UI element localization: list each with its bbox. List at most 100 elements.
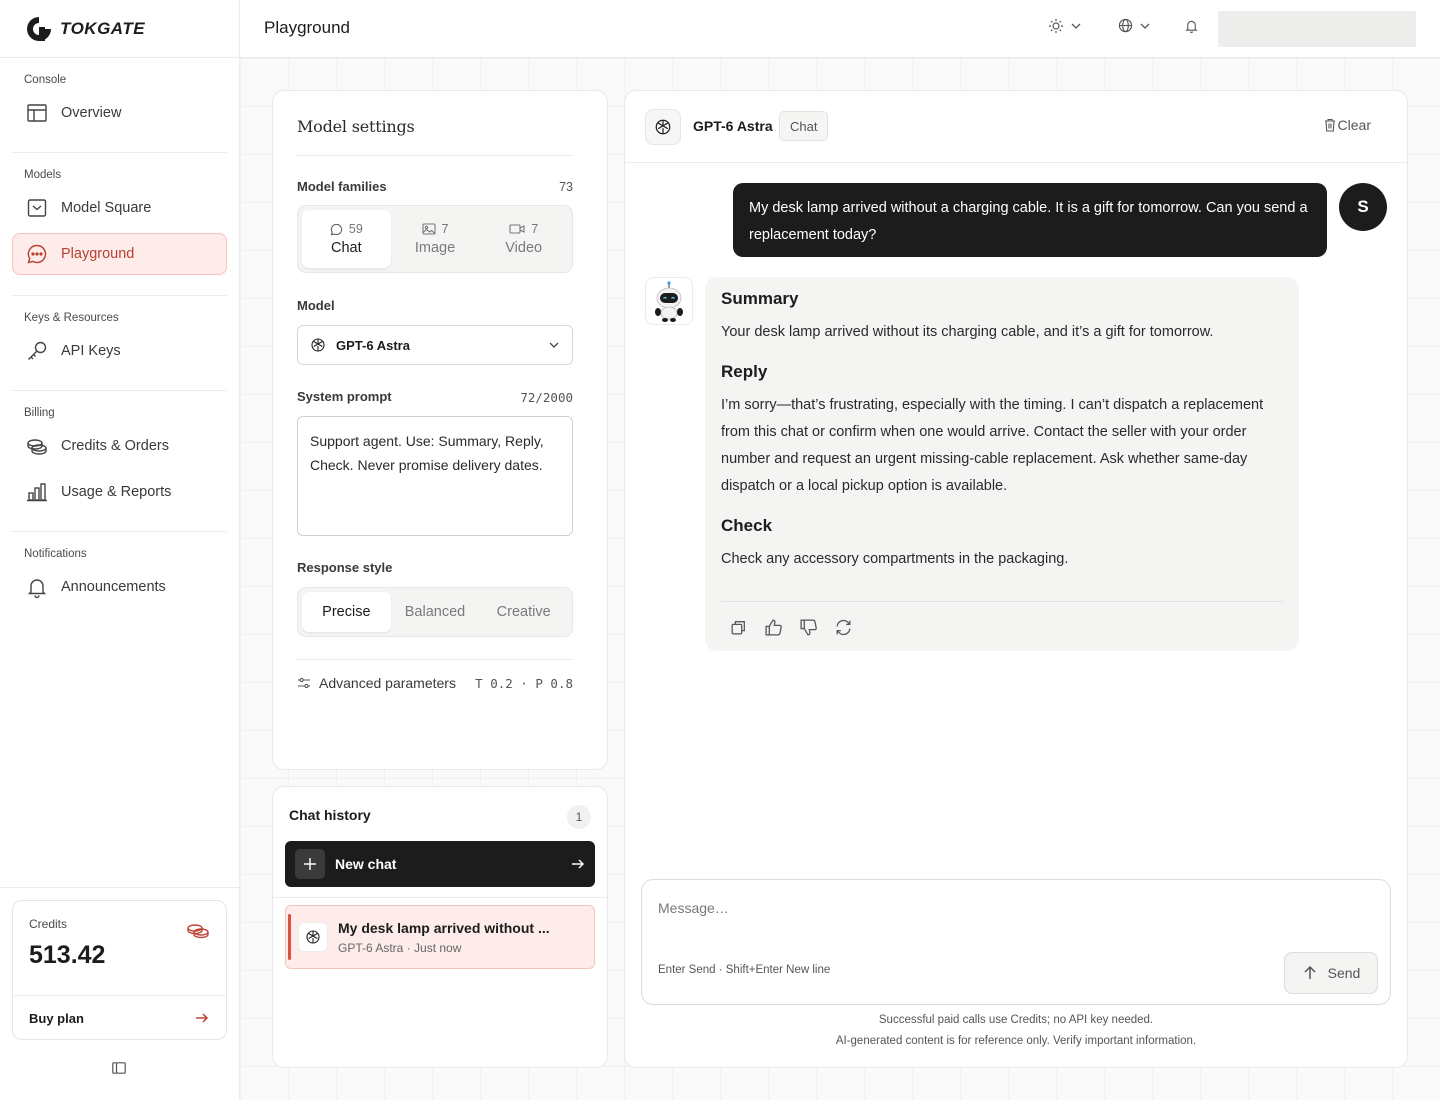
divider bbox=[0, 887, 239, 888]
divider bbox=[297, 155, 573, 156]
user-menu-placeholder[interactable] bbox=[1218, 11, 1416, 47]
advanced-parameters-label: Advanced parameters bbox=[319, 675, 456, 691]
coins-icon bbox=[27, 439, 47, 455]
chat-bubble-icon bbox=[330, 223, 342, 235]
reply-reply-text: I’m sorry—that’s frustrating, especially… bbox=[721, 397, 1264, 494]
model-families-count: 73 bbox=[559, 180, 573, 194]
sidebar-item-credits-orders[interactable]: Credits & Orders bbox=[12, 425, 227, 467]
chevron-down-icon bbox=[549, 342, 559, 348]
sidebar-item-label: Announcements bbox=[61, 579, 166, 595]
send-button[interactable]: Send bbox=[1284, 952, 1378, 994]
layout-icon bbox=[27, 104, 47, 122]
model-select[interactable]: GPT-6 Astra bbox=[297, 325, 573, 365]
chat-header: GPT-6 Astra Chat Clear bbox=[625, 91, 1407, 163]
reply-summary-text: Your desk lamp arrived without its charg… bbox=[721, 324, 1214, 340]
thumbs-down-icon[interactable] bbox=[799, 618, 818, 637]
tab-image[interactable]: 7 Image bbox=[391, 210, 480, 268]
system-prompt-input[interactable]: Support agent. Use: Summary, Reply, Chec… bbox=[297, 416, 573, 536]
robot-icon bbox=[655, 281, 683, 322]
language-selector[interactable] bbox=[1118, 18, 1151, 33]
sidebar-item-playground[interactable]: Playground bbox=[12, 233, 227, 275]
key-icon bbox=[28, 341, 47, 360]
sidebar-item-model-square[interactable]: Model Square bbox=[12, 187, 227, 229]
nav-group-console: Console Overview bbox=[0, 58, 239, 152]
chat-history-item-subtitle: GPT-6 Astra · Just now bbox=[338, 940, 462, 955]
tab-video[interactable]: 7 Video bbox=[479, 210, 568, 268]
style-precise[interactable]: Precise bbox=[302, 592, 391, 632]
message-composer[interactable]: Message… Enter Send · Shift+Enter New li… bbox=[641, 879, 1391, 1005]
arrow-right-icon bbox=[572, 859, 584, 869]
tab-label: Chat bbox=[331, 240, 362, 256]
footer-credits-note: Successful paid calls use Credits; no AP… bbox=[878, 1014, 1154, 1026]
chat-history-item-title: My desk lamp arrived without ... bbox=[338, 919, 550, 936]
sidebar-item-api-keys[interactable]: API Keys bbox=[12, 330, 227, 372]
copy-icon[interactable] bbox=[729, 618, 748, 637]
chat-history-item[interactable]: My desk lamp arrived without ... GPT-6 A… bbox=[285, 905, 595, 969]
thumbs-up-icon[interactable] bbox=[764, 618, 783, 637]
model-select-value: GPT-6 Astra bbox=[336, 337, 410, 353]
style-balanced[interactable]: Balanced bbox=[391, 592, 480, 632]
assistant-avatar bbox=[645, 277, 693, 325]
chat-model-name: GPT-6 Astra bbox=[693, 118, 773, 134]
nav-group-title: Models bbox=[24, 169, 62, 181]
sidebar-item-label: Overview bbox=[61, 105, 122, 121]
sidebar-item-overview[interactable]: Overview bbox=[12, 92, 227, 134]
style-creative[interactable]: Creative bbox=[479, 592, 568, 632]
message-actions bbox=[721, 601, 1283, 637]
openai-icon bbox=[306, 930, 320, 944]
trash-icon bbox=[1324, 118, 1335, 132]
credits-value: 513.42 bbox=[29, 941, 106, 969]
sliders-icon bbox=[298, 677, 310, 689]
response-style-tabs: Precise Balanced Creative bbox=[297, 587, 573, 637]
sidebar-item-usage-reports[interactable]: Usage & Reports bbox=[12, 471, 227, 513]
nav-group-title: Keys & Resources bbox=[24, 312, 119, 324]
model-settings-panel: Model settings Model families 73 59 Chat… bbox=[272, 90, 608, 770]
reply-summary-heading: Summary bbox=[721, 289, 799, 308]
message-input[interactable]: Message… bbox=[658, 900, 729, 916]
sidebar-collapse-icon[interactable] bbox=[112, 1062, 126, 1074]
footer-disclaimer: AI-generated content is for reference on… bbox=[835, 1035, 1197, 1047]
composer-hint: Enter Send · Shift+Enter New line bbox=[658, 964, 831, 976]
sidebar-item-label: Credits & Orders bbox=[61, 438, 169, 454]
nav-group-models: Models Model Square Playground bbox=[0, 153, 239, 295]
tab-count: 7 bbox=[441, 222, 449, 236]
chat-dots-icon bbox=[27, 244, 47, 264]
notifications-button[interactable] bbox=[1184, 18, 1199, 34]
openai-icon bbox=[311, 338, 325, 352]
advanced-parameters-toggle[interactable]: Advanced parameters T 0.2 · P 0.8 bbox=[297, 675, 573, 691]
top-header: Playground bbox=[240, 0, 1440, 58]
nav-group-title: Notifications bbox=[24, 548, 87, 560]
send-label: Send bbox=[1327, 965, 1361, 981]
chat-model-tag: Chat bbox=[779, 111, 829, 141]
response-style-label: Response style bbox=[297, 560, 393, 575]
nav-group-keys: Keys & Resources API Keys bbox=[0, 296, 239, 390]
theme-toggle[interactable] bbox=[1048, 18, 1082, 34]
app-logo[interactable]: TOKGATE bbox=[0, 0, 239, 58]
assistant-message: Summary Your desk lamp arrived without i… bbox=[705, 277, 1299, 651]
image-icon bbox=[421, 223, 436, 235]
regenerate-icon[interactable] bbox=[834, 618, 853, 637]
inbox-box-icon bbox=[27, 199, 47, 217]
tab-label: Video bbox=[505, 240, 543, 256]
new-chat-label: New chat bbox=[335, 856, 397, 872]
sidebar-item-label: Playground bbox=[61, 246, 135, 262]
sidebar-item-announcements[interactable]: Announcements bbox=[12, 566, 227, 608]
buy-plan-button[interactable]: Buy plan bbox=[13, 996, 226, 1040]
new-chat-button[interactable]: New chat bbox=[285, 841, 595, 887]
bar-chart-icon bbox=[27, 483, 47, 502]
globe-icon bbox=[1118, 18, 1133, 33]
clear-button[interactable]: Clear bbox=[1324, 117, 1371, 133]
tab-count: 7 bbox=[531, 222, 539, 236]
nav-group-title: Billing bbox=[24, 407, 55, 419]
tab-count: 59 bbox=[348, 222, 363, 236]
divider bbox=[273, 897, 607, 898]
tab-chat[interactable]: 59 Chat bbox=[302, 210, 391, 268]
arrow-right-icon bbox=[196, 1013, 209, 1023]
user-message: My desk lamp arrived without a charging … bbox=[733, 183, 1327, 257]
reply-reply-heading: Reply bbox=[721, 362, 768, 381]
logo-icon bbox=[27, 16, 51, 41]
credits-label: Credits bbox=[29, 917, 68, 931]
sidebar: TOKGATE Console Overview Models Model Sq… bbox=[0, 0, 240, 1100]
sidebar-item-label: API Keys bbox=[61, 343, 121, 359]
bell-icon bbox=[1185, 20, 1198, 33]
